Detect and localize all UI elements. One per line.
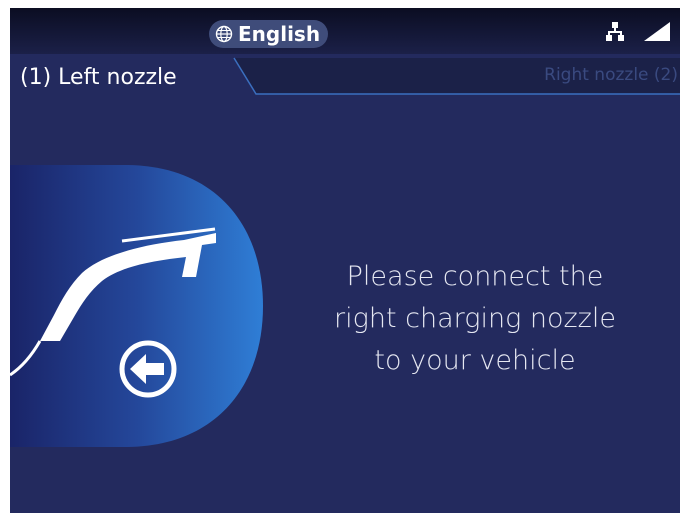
language-label: English	[238, 22, 321, 46]
top-bar: English	[10, 8, 680, 54]
status-icons	[606, 22, 670, 42]
connect-instruction-message: Please connect the right charging nozzle…	[300, 256, 650, 382]
nozzle-illustration-panel	[10, 165, 270, 451]
globe-icon	[215, 25, 233, 43]
tab-right-nozzle[interactable]: Right nozzle (2)	[544, 60, 680, 90]
charging-screen: English (1) Left nozzle Right nozzle (2)…	[10, 8, 680, 513]
language-selector-button[interactable]: English	[209, 20, 329, 48]
nozzle-tabs: (1) Left nozzle Right nozzle (2)	[10, 54, 680, 102]
network-icon	[606, 22, 624, 42]
signal-icon	[644, 22, 670, 42]
tab-left-nozzle[interactable]: (1) Left nozzle	[10, 58, 177, 96]
message-line-3: to your vehicle	[374, 345, 576, 376]
message-line-1: Please connect the	[346, 261, 604, 292]
message-line-2: right charging nozzle	[334, 303, 616, 334]
